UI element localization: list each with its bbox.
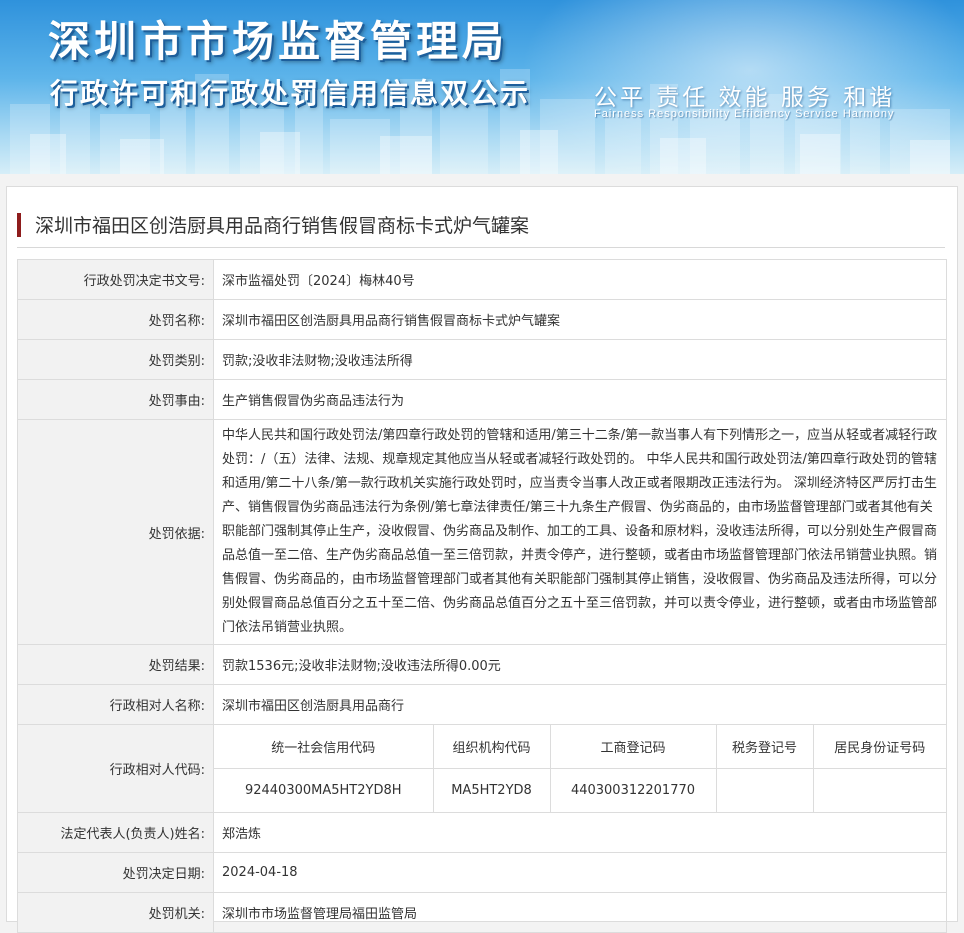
penalty-name-label: 处罚名称: — [17, 299, 214, 340]
case-title-section: 深圳市福田区创浩厨具用品商行销售假冒商标卡式炉气罐案 — [17, 209, 945, 248]
penalty-result-label: 处罚结果: — [17, 644, 214, 685]
penalty-reason-value: 生产销售假冒伪劣商品违法行为 — [213, 379, 947, 420]
row-decision-date: 处罚决定日期: 2024-04-18 — [17, 852, 947, 893]
party-name-value: 深圳市福田区创浩厨具用品商行 — [213, 684, 947, 725]
authority-value: 深圳市市场监督管理局福田监管局 — [213, 892, 947, 933]
row-legal-rep: 法定代表人(负责人)姓名: 郑浩炼 — [17, 812, 947, 853]
row-penalty-reason: 处罚事由: 生产销售假冒伪劣商品违法行为 — [17, 379, 947, 420]
code-value-tax — [715, 768, 813, 812]
code-value-business: 440300312201770 — [549, 768, 716, 812]
code-header-credit: 统一社会信用代码 — [214, 725, 433, 769]
title-accent-bar — [17, 213, 21, 237]
code-header-tax: 税务登记号 — [715, 725, 813, 769]
party-code-header-row: 统一社会信用代码 组织机构代码 工商登记码 税务登记号 居民身份证号码 — [214, 725, 946, 769]
row-party-code: 行政相对人代码: 统一社会信用代码 组织机构代码 工商登记码 税务登记号 居民身… — [17, 724, 947, 813]
row-penalty-type: 处罚类别: 罚款;没收非法财物;没收违法所得 — [17, 339, 947, 380]
row-penalty-name: 处罚名称: 深圳市福田区创浩厨具用品商行销售假冒商标卡式炉气罐案 — [17, 299, 947, 340]
row-authority: 处罚机关: 深圳市市场监督管理局福田监管局 — [17, 892, 947, 933]
banner-slogan: 公平 责任 效能 服务 和谐 — [594, 85, 896, 111]
penalty-result-value: 罚款1536元;没收非法财物;没收违法所得0.00元 — [213, 644, 947, 685]
penalty-reason-label: 处罚事由: — [17, 379, 214, 420]
content-panel: 深圳市福田区创浩厨具用品商行销售假冒商标卡式炉气罐案 行政处罚决定书文号: 深市… — [6, 186, 958, 933]
legal-rep-value: 郑浩炼 — [213, 812, 947, 853]
case-title: 深圳市福田区创浩厨具用品商行销售假冒商标卡式炉气罐案 — [35, 215, 530, 237]
header-banner: 深圳市市场监督管理局 行政许可和行政处罚信用信息双公示 公平 责任 效能 服务 … — [0, 0, 964, 174]
authority-label: 处罚机关: — [17, 892, 214, 933]
penalty-name-value: 深圳市福田区创浩厨具用品商行销售假冒商标卡式炉气罐案 — [213, 299, 947, 340]
penalty-type-label: 处罚类别: — [17, 339, 214, 380]
party-code-value-row: 92440300MA5HT2YD8H MA5HT2YD8 44030031220… — [214, 768, 946, 812]
decision-no-value: 深市监福处罚〔2024〕梅林40号 — [213, 259, 947, 300]
code-value-org: MA5HT2YD8 — [432, 768, 550, 812]
penalty-basis-value: 中华人民共和国行政处罚法/第四章行政处罚的管辖和适用/第三十二条/第一款当事人有… — [213, 419, 947, 645]
row-penalty-result: 处罚结果: 罚款1536元;没收非法财物;没收违法所得0.00元 — [17, 644, 947, 685]
banner-subtitle: 行政许可和行政处罚信用信息双公示 — [50, 77, 531, 110]
banner-slogan-english: Fairness Responsibility Efficiency Servi… — [594, 108, 895, 120]
penalty-info-table: 行政处罚决定书文号: 深市监福处罚〔2024〕梅林40号 处罚名称: 深圳市福田… — [17, 259, 947, 933]
party-code-table: 统一社会信用代码 组织机构代码 工商登记码 税务登记号 居民身份证号码 9244… — [214, 725, 946, 812]
row-decision-no: 行政处罚决定书文号: 深市监福处罚〔2024〕梅林40号 — [17, 259, 947, 300]
code-value-id — [812, 768, 946, 812]
party-name-label: 行政相对人名称: — [17, 684, 214, 725]
party-code-cell: 统一社会信用代码 组织机构代码 工商登记码 税务登记号 居民身份证号码 9244… — [213, 724, 947, 813]
penalty-basis-label: 处罚依据: — [17, 419, 214, 645]
decision-date-label: 处罚决定日期: — [17, 852, 214, 893]
row-penalty-basis: 处罚依据: 中华人民共和国行政处罚法/第四章行政处罚的管辖和适用/第三十二条/第… — [17, 419, 947, 645]
party-code-label: 行政相对人代码: — [17, 724, 214, 813]
banner-title: 深圳市市场监督管理局 — [48, 17, 509, 66]
code-header-org: 组织机构代码 — [432, 725, 550, 769]
code-header-business: 工商登记码 — [549, 725, 716, 769]
code-header-id: 居民身份证号码 — [812, 725, 946, 769]
legal-rep-label: 法定代表人(负责人)姓名: — [17, 812, 214, 853]
row-party-name: 行政相对人名称: 深圳市福田区创浩厨具用品商行 — [17, 684, 947, 725]
decision-date-value: 2024-04-18 — [213, 852, 947, 893]
penalty-type-value: 罚款;没收非法财物;没收违法所得 — [213, 339, 947, 380]
decision-no-label: 行政处罚决定书文号: — [17, 259, 214, 300]
code-value-credit: 92440300MA5HT2YD8H — [244, 783, 402, 798]
